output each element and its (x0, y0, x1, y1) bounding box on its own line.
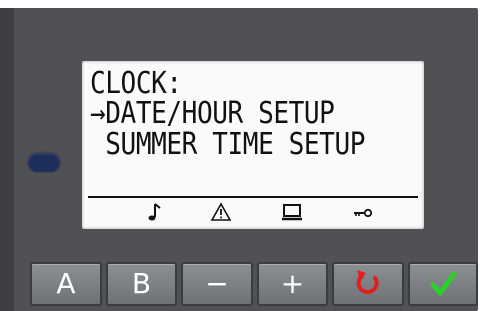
status-led (28, 153, 60, 172)
lcd-divider (88, 196, 418, 198)
lcd-menu-item-summer-time-setup: SUMMER TIME SETUP (90, 127, 366, 162)
lcd-menu-item-date-hour-setup: →DATE/HOUR SETUP (90, 96, 335, 131)
a-button[interactable]: A (30, 262, 102, 306)
minus-button[interactable]: − (181, 262, 253, 306)
lcd-menu-title: CLOCK: (90, 66, 182, 101)
confirm-button[interactable] (408, 262, 478, 306)
checkmark-icon (430, 271, 457, 296)
undo-arrow-icon (356, 270, 379, 295)
b-button[interactable]: B (106, 262, 177, 306)
warning-icon (210, 202, 232, 221)
button-row: A B − + (0, 262, 482, 308)
plus-button[interactable]: + (257, 262, 328, 306)
back-button[interactable] (332, 262, 404, 306)
monitor-icon (282, 204, 302, 221)
lcd-icon-bar (82, 200, 424, 224)
music-note-icon (148, 203, 161, 221)
lcd-display: CLOCK: →DATE/HOUR SETUP SUMMER TIME SETU… (82, 61, 424, 229)
key-icon (354, 208, 373, 218)
